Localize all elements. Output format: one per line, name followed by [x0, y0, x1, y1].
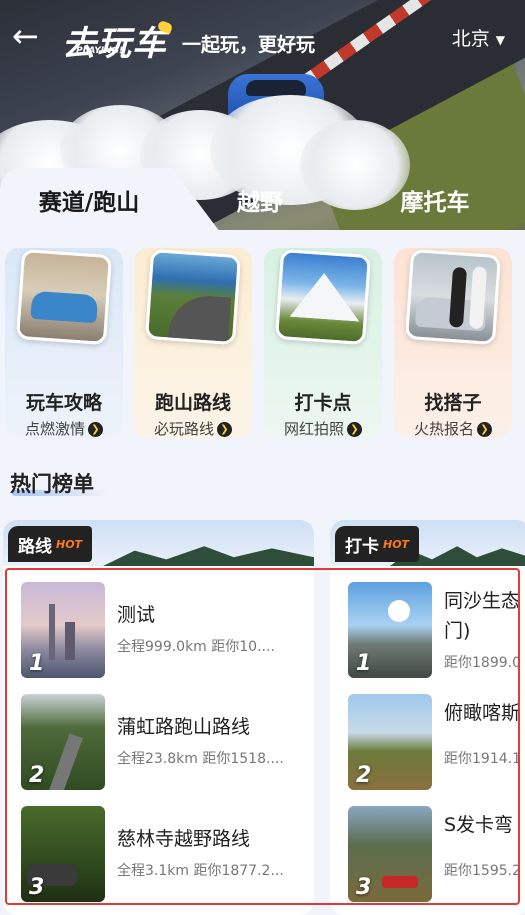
- list-item[interactable]: 1 同沙生态门) 距你1899.0: [348, 582, 525, 678]
- category-subtitle: 火热报名 ❯: [394, 418, 512, 439]
- spot-name: S发卡弯: [444, 814, 514, 836]
- category-tabs: 赛道/跑山 越野 摩托车: [0, 168, 525, 232]
- mountain-road-photo-icon: [144, 248, 242, 346]
- spot-meta: 距你1899.0: [444, 655, 521, 671]
- route-meta: 全程3.1km 距你1877.2...: [117, 863, 284, 879]
- list-item[interactable]: 2 俯瞰喀斯 距你1914.1: [348, 694, 525, 790]
- tab-offroad[interactable]: 越野: [200, 168, 320, 232]
- category-subtitle: 点燃激情 ❯: [5, 418, 123, 439]
- rank-number: 1: [29, 651, 45, 676]
- rank-number: 2: [356, 763, 372, 788]
- rank-number: 3: [356, 875, 372, 900]
- snow-mountain-photo-icon: [274, 248, 372, 346]
- route-name: 测试: [117, 604, 156, 626]
- rank-number: 3: [29, 875, 45, 900]
- city-label: 北京: [451, 28, 490, 50]
- list-item[interactable]: 2 蒲虹路跑山路线 全程23.8km 距你1518....: [21, 694, 314, 790]
- arrow-circle-icon: ❯: [477, 422, 492, 437]
- list-item[interactable]: 3 S发卡弯 距你1595.2: [348, 806, 525, 902]
- category-title: 玩车攻略: [25, 392, 102, 414]
- category-mountain-route[interactable]: 跑山路线 必玩路线 ❯: [134, 248, 252, 438]
- friends-car-photo-icon: [404, 248, 502, 346]
- category-title: 跑山路线: [154, 392, 231, 414]
- rank-number: 1: [356, 651, 372, 676]
- checkin-badge: 打卡 HOT: [335, 526, 420, 562]
- category-subtitle: 网红拍照 ❯: [264, 418, 382, 439]
- category-checkin-spot[interactable]: 打卡点 网红拍照 ❯: [264, 248, 382, 438]
- tab-motorcycle[interactable]: 摩托车: [360, 168, 510, 232]
- arrow-circle-icon: ❯: [217, 422, 232, 437]
- route-badge: 路线 HOT: [8, 526, 93, 562]
- route-name: 蒲虹路跑山路线: [117, 716, 251, 738]
- slogan: 一起玩，更好玩: [182, 34, 316, 56]
- category-find-buddy[interactable]: 找搭子 火热报名 ❯: [394, 248, 512, 438]
- spot-name: 同沙生态门): [444, 590, 521, 642]
- route-meta: 全程999.0km 距你10....: [117, 639, 275, 655]
- category-car-guide[interactable]: 玩车攻略 点燃激情 ❯: [5, 248, 123, 438]
- hot-list-title: 热门榜单: [10, 472, 94, 496]
- tab-track[interactable]: 赛道/跑山: [0, 168, 178, 232]
- hot-tag: HOT: [383, 537, 410, 551]
- list-item[interactable]: 1 测试 全程999.0km 距你10....: [21, 582, 314, 678]
- list-item[interactable]: 3 慈林寺越野路线 全程3.1km 距你1877.2...: [21, 806, 314, 902]
- sports-car-photo-icon: [15, 248, 113, 346]
- category-title: 找搭子: [424, 392, 482, 414]
- arrow-circle-icon: ❯: [347, 422, 362, 437]
- app-logo: 去玩车: [62, 24, 167, 64]
- rank-number: 2: [29, 763, 45, 788]
- category-subtitle: 必玩路线 ❯: [134, 418, 252, 439]
- arrow-circle-icon: ❯: [88, 422, 103, 437]
- city-selector[interactable]: 北京 ▼: [452, 24, 505, 51]
- app-logo-sub: PLAYING!: [76, 46, 124, 56]
- category-title: 打卡点: [294, 392, 352, 414]
- main-panel: 玩车攻略 点燃激情 ❯ 跑山路线 必玩路线 ❯ 打卡点 网红拍照 ❯ 找搭子 火热报名…: [0, 230, 525, 915]
- spot-name: 俯瞰喀斯: [444, 702, 521, 724]
- route-name: 慈林寺越野路线: [117, 828, 251, 850]
- route-ranking-card[interactable]: 路线 HOT 1 测试 全程999.0km 距你10.... 2 蒲虹路跑山路线 …: [3, 520, 314, 915]
- chevron-down-icon: ▼: [495, 32, 505, 47]
- mountain-silhouette: [103, 546, 314, 566]
- spot-meta: 距你1595.2: [444, 863, 521, 879]
- hot-tag: HOT: [56, 537, 83, 551]
- checkin-ranking-card[interactable]: 打卡 HOT 1 同沙生态门) 距你1899.0 2 俯瞰喀斯 距你1914.1 …: [330, 520, 525, 915]
- route-meta: 全程23.8km 距你1518....: [117, 751, 284, 767]
- spot-meta: 距你1914.1: [444, 751, 521, 767]
- back-arrow-icon[interactable]: ←: [12, 20, 39, 52]
